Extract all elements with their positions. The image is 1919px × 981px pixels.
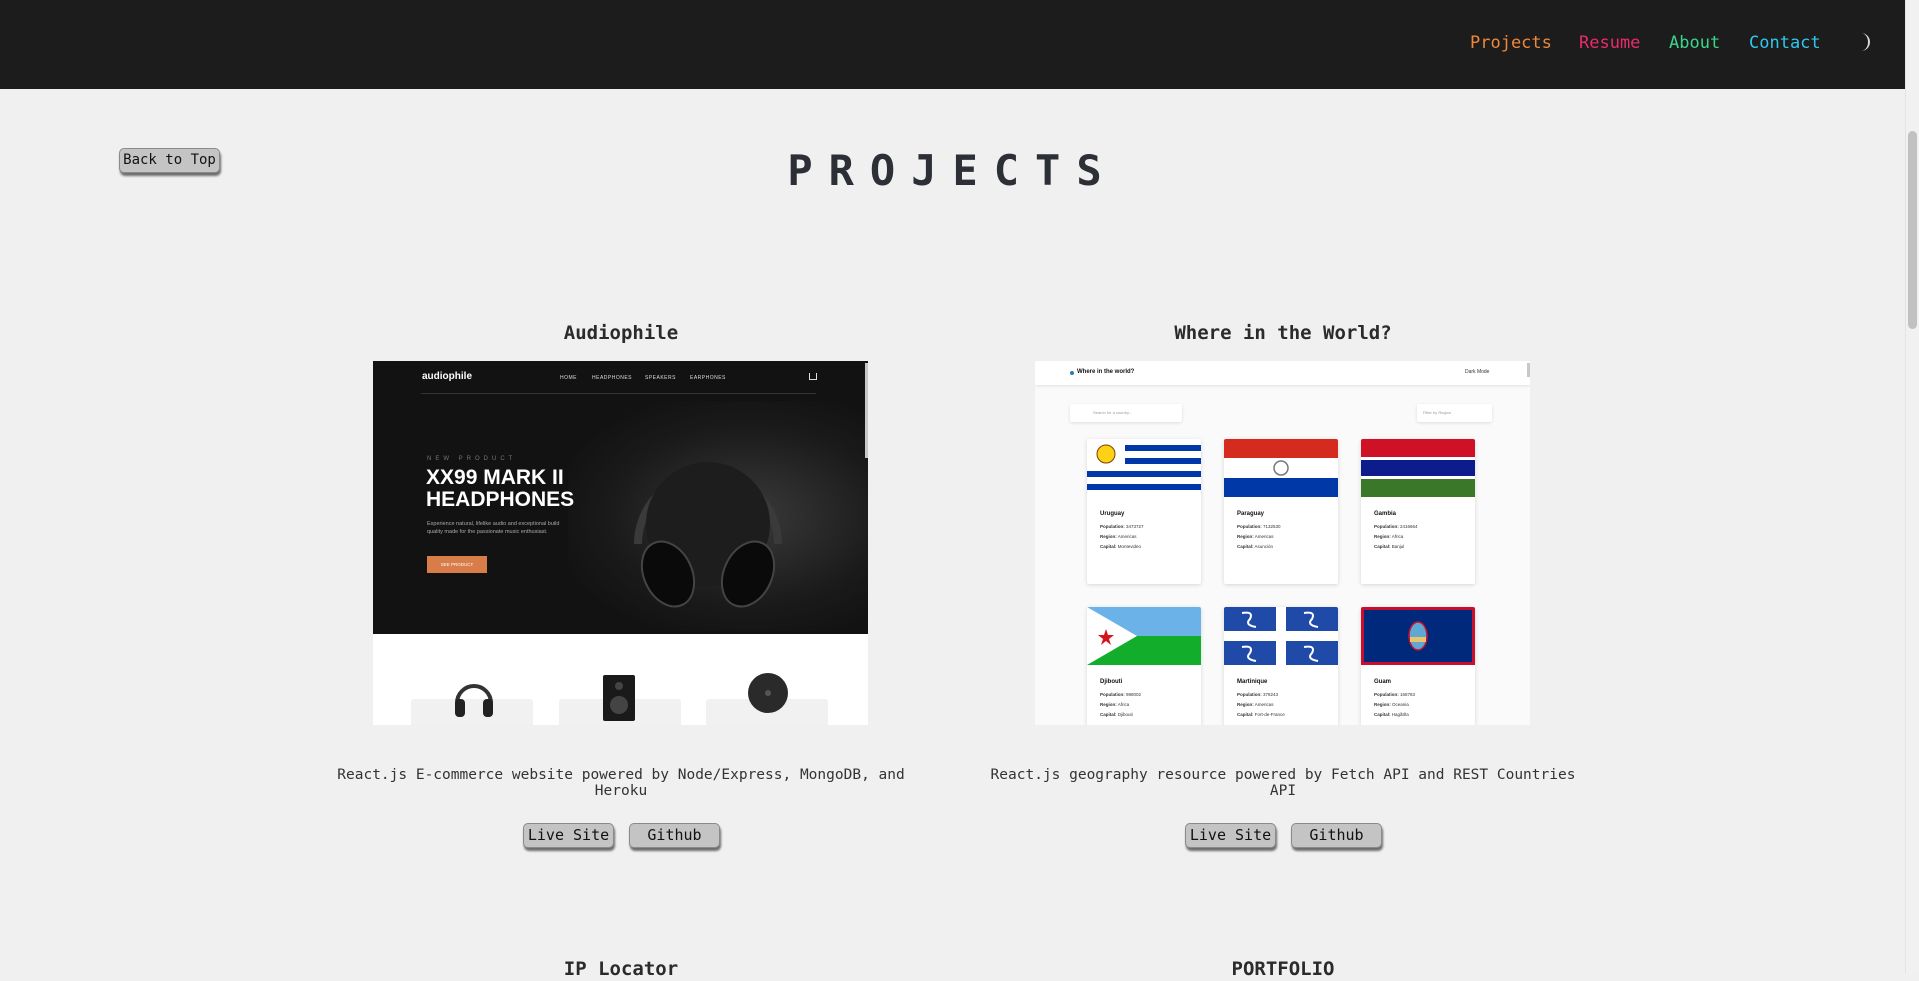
country-region: Region: Americas [1100,534,1137,539]
project-title-where-in-the-world: Where in the World? [1174,322,1392,344]
top-navbar: Projects Resume About Contact [0,0,1905,89]
country-capital: Capital: Hagåtña [1374,712,1409,717]
country-population: Population: 988002 [1100,692,1142,697]
country-region: Region: Oceania [1374,702,1409,707]
project-screenshot-audiophile[interactable]: audiophile HOME HEADPHONES SPEAKERS EARP… [373,361,868,725]
country-population: Population: 168783 [1374,692,1416,697]
screenshot-scrollbar [865,363,868,458]
country-capital: Capital: Montevideo [1100,544,1142,549]
page-title: PROJECTS [787,146,1118,195]
audiophile-body: Experience natural, lifelike audio and e… [427,521,560,535]
flag-djibouti [1087,607,1201,665]
country-name: Guam [1374,679,1392,685]
project-title-ip-locator: IP Locator [563,958,679,980]
country-capital: Capital: Fort-de-France [1237,712,1285,717]
audiophile-hero: audiophile HOME HEADPHONES SPEAKERS EARP… [373,361,868,634]
nav-link-contact[interactable]: Contact [1749,33,1821,53]
country-population: Population: 378243 [1237,692,1279,697]
country-name: Martinique [1237,679,1268,685]
country-population: Population: 2416664 [1374,524,1418,529]
ww-header-title: Where in the world? [1077,369,1135,375]
country-name: Djibouti [1100,679,1123,685]
country-capital: Capital: Banjul [1374,544,1405,549]
ww-dark-mode: Dark Mode [1465,369,1490,375]
country-card: Djibouti Population: 988002 Region: Afri… [1087,607,1201,725]
audiophile-github-button[interactable]: Github [629,823,720,848]
globe-icon [1070,371,1074,375]
country-name: Paraguay [1237,511,1265,517]
screenshot-scrollbar [1527,363,1530,377]
flag-martinique [1224,607,1338,665]
ww-search-placeholder: Search for a country... [1093,410,1133,415]
headphones-icon [634,462,782,608]
country-population: Population: 7132530 [1237,524,1281,529]
cart-icon [809,373,817,380]
country-card: Gambia Population: 2416664 Region: Afric… [1361,439,1475,584]
flag-uruguay [1087,439,1201,497]
country-card: Uruguay Population: 3473727 Region: Amer… [1087,439,1201,584]
audiophile-nav-home: HOME [560,375,577,381]
project-title-audiophile: Audiophile [563,322,679,344]
country-population: Population: 3473727 [1100,524,1144,529]
country-name: Gambia [1374,511,1397,517]
speaker-icon [603,675,635,721]
flag-paraguay [1224,439,1338,497]
country-capital: Capital: Asunción [1237,544,1274,549]
country-card: Martinique Population: 378243 Region: Am… [1224,607,1338,725]
flag-guam [1361,607,1475,665]
page-scrollbar-thumb[interactable] [1908,131,1917,329]
country-region: Region: Americas [1237,534,1274,539]
country-region: Region: Africa [1374,534,1404,539]
moon-icon[interactable] [1852,31,1874,53]
where-in-the-world-github-button[interactable]: Github [1291,823,1382,848]
country-name: Uruguay [1100,511,1125,517]
audiophile-nav-divider [421,393,816,394]
flag-gambia [1361,439,1475,497]
ww-filter-placeholder: Filter by Region [1423,410,1452,415]
audiophile-nav-speakers: SPEAKERS [645,375,676,381]
where-in-the-world-live-site-button[interactable]: Live Site [1185,823,1276,848]
project-title-portfolio: PORTFOLIO [1231,958,1335,980]
project-description-audiophile: React.js E-commerce website powered by N… [337,767,905,799]
audiophile-kicker: NEW PRODUCT [427,456,517,462]
nav-link-projects[interactable]: Projects [1470,33,1552,53]
nav-link-resume[interactable]: Resume [1579,33,1640,53]
audiophile-cta: SEE PRODUCT [427,556,487,573]
audiophile-nav-earphones: EARPHONES [690,375,726,381]
project-description-where-in-the-world: React.js geography resource powered by F… [990,767,1576,799]
country-card: Paraguay Population: 7132530 Region: Ame… [1224,439,1338,584]
audiophile-live-site-button[interactable]: Live Site [523,823,614,848]
audiophile-heading: XX99 MARK II HEADPHONES [426,466,575,511]
audiophile-logo: audiophile [422,371,472,382]
country-capital: Capital: Djibouti [1100,712,1133,717]
audiophile-nav-headphones: HEADPHONES [592,375,633,381]
country-card: Guam Population: 168783 Region: Oceania … [1361,607,1475,725]
earphones-icon [748,673,788,713]
country-region: Region: Africa [1100,702,1130,707]
headphones-icon [455,684,493,717]
country-region: Region: Americas [1237,702,1274,707]
project-screenshot-where-in-the-world[interactable]: Where in the world? Dark Mode Search for… [1035,361,1530,725]
nav-link-about[interactable]: About [1669,33,1720,53]
